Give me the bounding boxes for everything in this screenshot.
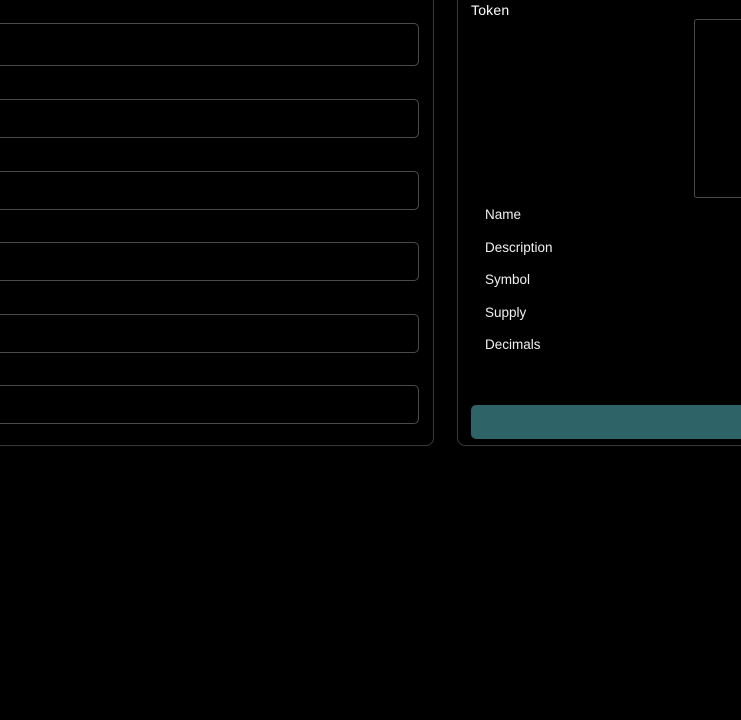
token-form-panel	[0, 0, 434, 446]
form-field-1[interactable]	[0, 23, 419, 66]
token-detail-description: Description	[485, 239, 553, 255]
token-detail-supply: Supply	[485, 304, 527, 320]
app-stage: Token Name Description Symbol Supply Dec…	[0, 0, 741, 720]
form-input-2[interactable]	[0, 100, 418, 137]
form-input-5[interactable]	[0, 315, 418, 352]
form-field-5[interactable]	[0, 314, 419, 353]
form-field-4[interactable]	[0, 242, 419, 281]
token-detail-decimals: Decimals	[485, 337, 541, 352]
form-input-4[interactable]	[0, 243, 418, 280]
form-field-2[interactable]	[0, 99, 419, 138]
form-input-6[interactable]	[0, 386, 418, 423]
token-image-placeholder[interactable]	[694, 19, 741, 198]
form-input-3[interactable]	[0, 172, 418, 209]
token-details-list: Name Description Symbol Supply Decimals	[485, 205, 553, 368]
form-field-6[interactable]	[0, 385, 419, 424]
token-detail-symbol: Symbol	[485, 272, 531, 287]
form-input-1[interactable]	[0, 24, 418, 65]
create-token-button[interactable]	[471, 405, 741, 439]
preview-title: Token	[471, 2, 510, 18]
form-field-3[interactable]	[0, 171, 419, 210]
token-detail-name: Name	[485, 207, 522, 222]
